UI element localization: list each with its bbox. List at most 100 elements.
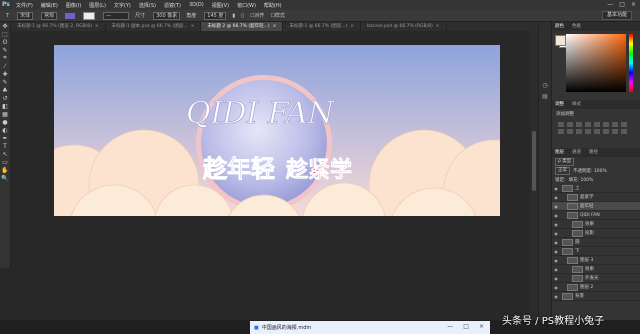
visibility-eye-icon[interactable]: ◉: [552, 267, 560, 272]
visibility-eye-icon[interactable]: ◉: [552, 285, 560, 290]
visibility-eye-icon[interactable]: ◉: [552, 276, 560, 281]
tab-styles[interactable]: 样式: [572, 101, 581, 108]
angle-input[interactable]: 145 度: [202, 11, 227, 20]
opacity-control[interactable]: 不透明度: 100%: [573, 168, 607, 174]
document-canvas[interactable]: QIDI FAN 趁年轻 趁紧学: [54, 45, 500, 216]
foreground-color[interactable]: [555, 35, 566, 46]
adjustment-icons[interactable]: [552, 119, 640, 137]
layer-filter-select[interactable]: ρ 类型: [555, 157, 575, 166]
layer-row[interactable]: ◉ 效果: [552, 265, 640, 274]
maximize-button[interactable]: □: [619, 1, 625, 8]
tab-close-icon[interactable]: ×: [191, 22, 195, 31]
align-center-icon[interactable]: ▯: [241, 13, 244, 19]
tab-layers[interactable]: 图层: [555, 149, 564, 156]
layer-row[interactable]: ◉ 上: [552, 184, 640, 193]
menu-item[interactable]: 窗口(W): [237, 2, 256, 9]
document-tab[interactable]: 未标题-1 @ 66.7% (图层...) ×: [283, 22, 362, 31]
move-icon[interactable]: ✥: [0, 22, 10, 30]
history-icon[interactable]: ◷: [539, 82, 551, 89]
menu-item[interactable]: 视图(V): [212, 2, 229, 9]
menu-item[interactable]: 文件(F): [16, 2, 33, 9]
stroke-select[interactable]: —: [101, 11, 130, 20]
align-left-icon[interactable]: ▮: [232, 13, 235, 19]
tab-close-icon[interactable]: ×: [95, 22, 99, 31]
layer-row[interactable]: ◉ 效果: [552, 220, 640, 229]
color-swatch[interactable]: [63, 12, 76, 19]
visibility-eye-icon[interactable]: ◉: [552, 222, 560, 227]
stamp-icon[interactable]: ♣: [0, 86, 10, 94]
menu-item[interactable]: 滤镜(T): [164, 2, 181, 9]
close-button[interactable]: ×: [631, 1, 636, 8]
visibility-eye-icon[interactable]: ◉: [552, 240, 560, 245]
taskbar-window[interactable]: ■ 中国画风的海报.mdm — □ ×: [250, 321, 490, 334]
menu-item[interactable]: 帮助(H): [264, 2, 282, 9]
quick-select-icon[interactable]: ✎: [0, 46, 10, 54]
blend-mode-select[interactable]: 正常: [555, 166, 570, 175]
visibility-eye-icon[interactable]: ◉: [552, 258, 560, 263]
pattern-swatch[interactable]: [81, 11, 96, 20]
style-checkbox[interactable]: ☐ 样式: [270, 12, 285, 20]
task-minimize-icon[interactable]: —: [447, 323, 453, 330]
menu-item[interactable]: 图像(I): [66, 2, 81, 9]
document-tab[interactable]: 未标题 2 @ 66.7% (超年轻...) ×: [201, 22, 284, 31]
tool-preset-icon[interactable]: T: [6, 13, 9, 19]
gradient-icon[interactable]: ▦: [0, 110, 10, 118]
menu-item[interactable]: 图层(L): [89, 2, 106, 9]
color-picker-field[interactable]: [566, 34, 626, 92]
layer-row[interactable]: ◉ 下: [552, 247, 640, 256]
hue-slider[interactable]: [629, 34, 633, 92]
layer-row[interactable]: ◉ 投影: [552, 229, 640, 238]
layer-row[interactable]: ◉ 超年轻: [552, 202, 640, 211]
task-close-icon[interactable]: ×: [479, 323, 484, 330]
tab-close-icon[interactable]: ×: [273, 22, 277, 31]
document-tab[interactable]: 未标题-1 @ 66.7% (图层 2, RGB/8) ×: [11, 22, 106, 31]
layer-row[interactable]: ◉ 图层 3: [552, 256, 640, 265]
zoom-icon[interactable]: 🔍: [0, 174, 10, 182]
history-brush-icon[interactable]: ↺: [0, 94, 10, 102]
layer-row[interactable]: ◉ 超紧学: [552, 193, 640, 202]
eraser-icon[interactable]: ◧: [0, 102, 10, 110]
tab-close-icon[interactable]: ×: [350, 22, 354, 31]
heal-icon[interactable]: ✚: [0, 70, 10, 78]
document-tab[interactable]: banner.psd @ 66.7% (RGB/8) ×: [361, 22, 447, 31]
shape-icon[interactable]: ▭: [0, 158, 10, 166]
visibility-eye-icon[interactable]: ◉: [552, 213, 560, 218]
menu-item[interactable]: 编辑(E): [41, 2, 58, 9]
eyedropper-icon[interactable]: ⁄: [0, 62, 10, 70]
brush-icon[interactable]: ✎: [0, 78, 10, 86]
blur-icon[interactable]: ●: [0, 118, 10, 126]
dodge-icon[interactable]: ◐: [0, 126, 10, 134]
visibility-eye-icon[interactable]: ◉: [552, 294, 560, 299]
marquee-icon[interactable]: ⬚: [0, 30, 10, 38]
menu-item[interactable]: 文字(Y): [114, 2, 131, 9]
menu-item[interactable]: 选择(S): [139, 2, 156, 9]
task-maximize-icon[interactable]: □: [463, 323, 469, 330]
tab-color[interactable]: 颜色: [555, 23, 564, 30]
size-input[interactable]: 300 像素: [151, 11, 181, 20]
workspace-select[interactable]: 基本功能: [601, 11, 632, 20]
layer-row[interactable]: ◉ QIDI FAN: [552, 211, 640, 220]
menu-item[interactable]: 3D(D): [189, 2, 204, 9]
align-checkbox[interactable]: ☐ 对齐: [250, 12, 265, 20]
properties-icon[interactable]: ▤: [539, 93, 551, 100]
visibility-eye-icon[interactable]: ◉: [552, 195, 560, 200]
layer-row[interactable]: ◉ 外发光: [552, 274, 640, 283]
document-tab[interactable]: 未标题-1 副本.psd @ 66.7% (图层... ×: [106, 22, 202, 31]
pen-icon[interactable]: ✒: [0, 134, 10, 142]
layer-row[interactable]: ◉ 圆: [552, 238, 640, 247]
layer-row[interactable]: ◉ 图层 2: [552, 283, 640, 292]
tab-channels[interactable]: 通道: [572, 149, 581, 156]
font-style-select[interactable]: 常规: [39, 11, 58, 20]
visibility-eye-icon[interactable]: ◉: [552, 204, 560, 209]
visibility-eye-icon[interactable]: ◉: [552, 231, 560, 236]
font-family-select[interactable]: 宋体: [15, 11, 34, 20]
lasso-icon[interactable]: ʘ: [0, 38, 10, 46]
type-icon[interactable]: T: [0, 142, 10, 150]
tab-close-icon[interactable]: ×: [436, 22, 440, 31]
tab-paths[interactable]: 路径: [589, 149, 598, 156]
minimize-button[interactable]: —: [607, 1, 613, 8]
vertical-scrollbar[interactable]: [530, 31, 538, 320]
path-select-icon[interactable]: ↖: [0, 150, 10, 158]
visibility-eye-icon[interactable]: ◉: [552, 249, 560, 254]
tab-swatches[interactable]: 色板: [572, 23, 581, 30]
